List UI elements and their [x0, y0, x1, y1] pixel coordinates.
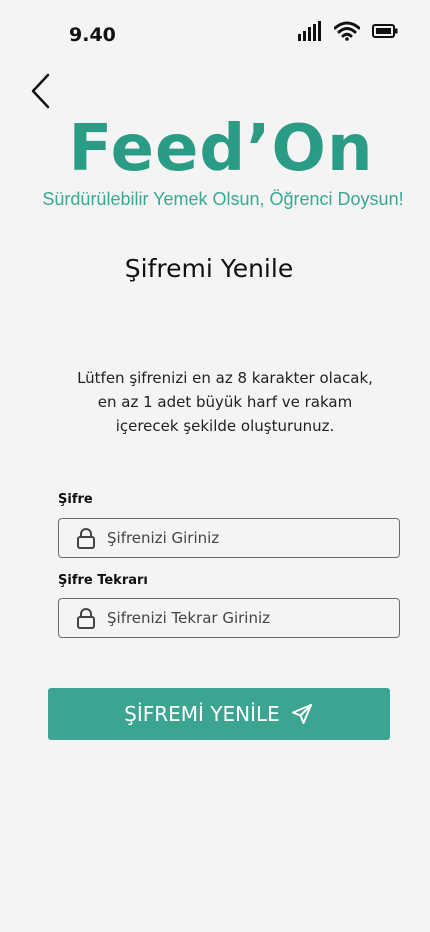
- status-bar: 9.40: [0, 0, 430, 60]
- brand-logo: Feed’On: [68, 112, 374, 186]
- password-field[interactable]: [58, 518, 400, 558]
- chevron-left-icon: [29, 73, 51, 114]
- lock-icon: [75, 527, 97, 549]
- reset-password-button[interactable]: ŞİFREMİ YENİLE: [48, 688, 390, 740]
- back-button[interactable]: [26, 73, 54, 114]
- reset-password-button-label: ŞİFREMİ YENİLE: [124, 702, 280, 726]
- password-instructions: Lütfen şifrenizi en az 8 karakter olacak…: [60, 366, 390, 438]
- status-time: 9.40: [69, 24, 116, 46]
- password-repeat-input[interactable]: [107, 609, 399, 627]
- password-repeat-label: Şifre Tekrarı: [58, 573, 148, 588]
- page-title: Şifremi Yenile: [124, 254, 294, 283]
- password-repeat-field[interactable]: [58, 598, 400, 638]
- instructions-line: Lütfen şifrenizi en az 8 karakter olacak…: [77, 369, 373, 387]
- lock-icon: [75, 607, 97, 629]
- password-label: Şifre: [58, 492, 93, 507]
- instructions-line: en az 1 adet büyük harf ve rakam: [97, 393, 353, 411]
- send-icon: [290, 702, 314, 726]
- brand-tagline: Sürdürülebilir Yemek Olsun, Öğrenci Doys…: [42, 189, 404, 209]
- status-icons: [298, 21, 398, 41]
- instructions-line: içerecek şekilde oluşturunuz.: [115, 417, 335, 435]
- password-input[interactable]: [107, 529, 399, 547]
- signal-icon: [298, 21, 322, 41]
- wifi-icon: [334, 21, 360, 41]
- battery-icon: [372, 24, 398, 38]
